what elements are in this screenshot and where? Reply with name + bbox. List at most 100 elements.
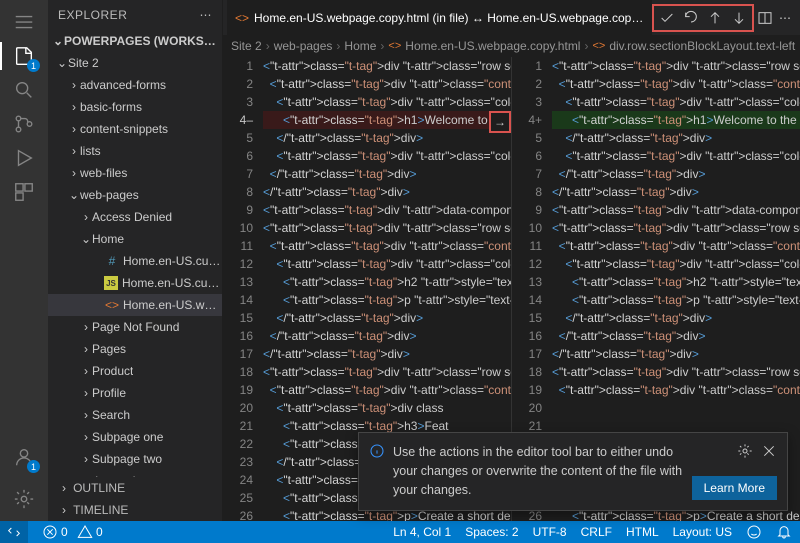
folder-item[interactable]: ›basic-forms xyxy=(48,96,222,118)
more-actions-icon[interactable]: ⋯ xyxy=(776,9,794,27)
code-line[interactable]: <"t-attr">class="t-tag">div "t-attr">dat… xyxy=(552,201,800,219)
folder-item[interactable]: ›Product xyxy=(48,360,222,382)
code-line[interactable]: </"t-attr">class="t-tag">div> xyxy=(552,165,800,183)
accept-icon[interactable] xyxy=(658,9,676,27)
folder-item[interactable]: ⌄Home xyxy=(48,228,222,250)
code-line[interactable]: <"t-attr">class="t-tag">p "t-attr">style… xyxy=(263,291,511,309)
workspace-root[interactable]: ⌄POWERPAGES (WORKSPA… xyxy=(48,30,222,52)
code-line[interactable]: <"t-attr">class="t-tag">div "t-attr">cla… xyxy=(263,147,511,165)
code-line[interactable]: <"t-attr">class="t-tag">div "t-attr">cla… xyxy=(552,219,800,237)
code-line[interactable]: <"t-attr">class="t-tag">div class xyxy=(263,399,511,417)
status-problems[interactable]: 0 0 xyxy=(42,524,103,540)
code-line[interactable]: <"t-attr">class="t-tag">div "t-attr">cla… xyxy=(263,75,511,93)
revert-icon[interactable] xyxy=(682,9,700,27)
code-line[interactable]: <"t-attr">class="t-tag">div "t-attr">dat… xyxy=(263,201,511,219)
source-control-icon[interactable] xyxy=(10,110,38,138)
breadcrumb-item[interactable]: div.row.sectionBlockLayout.text-left xyxy=(609,39,795,53)
status-eol[interactable]: CRLF xyxy=(581,525,612,539)
code-line[interactable]: </"t-attr">class="t-tag">div> xyxy=(263,129,511,147)
breadcrumb-item[interactable]: Home.en-US.webpage.copy.html xyxy=(405,39,580,53)
timeline-section[interactable]: › TIMELINE xyxy=(48,499,222,521)
status-indent[interactable]: Spaces: 2 xyxy=(465,525,518,539)
outline-section[interactable]: › OUTLINE xyxy=(48,477,222,499)
split-editor-icon[interactable] xyxy=(756,9,774,27)
inline-diff-arrow-icon[interactable]: → xyxy=(489,111,511,133)
folder-item[interactable]: ›Pages xyxy=(48,338,222,360)
settings-gear-icon[interactable] xyxy=(10,485,38,513)
file-item[interactable]: #Home.en-US.cust… xyxy=(48,250,222,272)
code-line[interactable]: <"t-attr">class="t-tag">h1>Welcome to th… xyxy=(552,111,800,129)
code-line[interactable]: <"t-attr">class="t-tag">h1>Welcome to th… xyxy=(263,111,511,129)
code-line[interactable]: <"t-attr">class="t-tag">div "t-attr">cla… xyxy=(552,381,800,399)
code-line[interactable]: <"t-attr">class="t-tag">h2 "t-attr">styl… xyxy=(552,273,800,291)
code-line[interactable]: <"t-attr">class="t-tag">div "t-attr">cla… xyxy=(263,255,511,273)
file-item[interactable]: JSHome.en-US.cust… xyxy=(48,272,222,294)
code-line[interactable]: <"t-attr">class="t-tag">div "t-attr">cla… xyxy=(552,93,800,111)
folder-item[interactable]: ›Page Not Found xyxy=(48,316,222,338)
menu-icon[interactable] xyxy=(10,8,38,36)
code-line[interactable]: <"t-attr">class="t-tag">div "t-attr">cla… xyxy=(552,237,800,255)
breadcrumb-item[interactable]: Home xyxy=(344,39,376,53)
code-line[interactable]: </"t-attr">class="t-tag">div> xyxy=(263,183,511,201)
status-encoding[interactable]: UTF-8 xyxy=(533,525,567,539)
breadcrumb-item[interactable]: web-pages xyxy=(274,39,333,53)
tab-bar: <> Home.en-US.webpage.copy.html (in file… xyxy=(223,0,800,35)
folder-item[interactable]: ›Access Denied xyxy=(48,206,222,228)
code-line[interactable]: </"t-attr">class="t-tag">div> xyxy=(263,345,511,363)
code-line[interactable]: <"t-attr">class="t-tag">div "t-attr">cla… xyxy=(263,57,511,75)
code-line[interactable]: </"t-attr">class="t-tag">div> xyxy=(263,327,511,345)
search-icon[interactable] xyxy=(10,76,38,104)
explorer-icon[interactable]: 1 xyxy=(10,42,38,70)
code-line[interactable]: <"t-attr">class="t-tag">div "t-attr">cla… xyxy=(552,147,800,165)
learn-more-button[interactable]: Learn More xyxy=(692,476,777,500)
notification-gear-icon[interactable] xyxy=(737,443,753,462)
code-line[interactable]: <"t-attr">class="t-tag">div "t-attr">cla… xyxy=(263,93,511,111)
code-line[interactable] xyxy=(552,399,800,417)
code-line[interactable]: </"t-attr">class="t-tag">div> xyxy=(552,129,800,147)
run-debug-icon[interactable] xyxy=(10,144,38,172)
prev-change-icon[interactable] xyxy=(706,9,724,27)
tab-diff-home[interactable]: <> Home.en-US.webpage.copy.html (in file… xyxy=(227,0,652,35)
code-line[interactable]: <"t-attr">class="t-tag">div "t-attr">cla… xyxy=(552,75,800,93)
folder-item[interactable]: ⌄Site 2 xyxy=(48,52,222,74)
code-line[interactable]: <"t-attr">class="t-tag">div "t-attr">cla… xyxy=(263,237,511,255)
code-line[interactable]: <"t-attr">class="t-tag">div "t-attr">cla… xyxy=(263,363,511,381)
breadcrumb-item[interactable]: Site 2 xyxy=(231,39,262,53)
folder-item[interactable]: ⌄web-pages xyxy=(48,184,222,206)
next-change-icon[interactable] xyxy=(730,9,748,27)
folder-item[interactable]: ›Subpage two xyxy=(48,448,222,470)
code-line[interactable]: <"t-attr">class="t-tag">div "t-attr">cla… xyxy=(263,381,511,399)
code-line[interactable]: </"t-attr">class="t-tag">div> xyxy=(263,165,511,183)
explorer-more-icon[interactable]: ⋯ xyxy=(200,8,213,22)
folder-item[interactable]: ›web-templates xyxy=(48,470,222,477)
extensions-icon[interactable] xyxy=(10,178,38,206)
code-line[interactable]: <"t-attr">class="t-tag">h2 "t-attr">styl… xyxy=(263,273,511,291)
code-line[interactable]: </"t-attr">class="t-tag">div> xyxy=(263,309,511,327)
remote-indicator[interactable] xyxy=(0,521,28,543)
notification-close-icon[interactable] xyxy=(761,443,777,462)
file-item[interactable]: <>Home.en-US.web… xyxy=(48,294,222,316)
code-line[interactable]: </"t-attr">class="t-tag">div> xyxy=(552,183,800,201)
folder-item[interactable]: ›lists xyxy=(48,140,222,162)
status-layout[interactable]: Layout: US xyxy=(673,525,732,539)
code-line[interactable]: <"t-attr">class="t-tag">p "t-attr">style… xyxy=(552,291,800,309)
code-line[interactable]: <"t-attr">class="t-tag">div "t-attr">cla… xyxy=(263,219,511,237)
code-line[interactable]: <"t-attr">class="t-tag">div "t-attr">cla… xyxy=(552,363,800,381)
folder-item[interactable]: ›Subpage one xyxy=(48,426,222,448)
code-line[interactable]: <"t-attr">class="t-tag">div "t-attr">cla… xyxy=(552,57,800,75)
folder-item[interactable]: ›Search xyxy=(48,404,222,426)
folder-item[interactable]: ›Profile xyxy=(48,382,222,404)
status-cursor-position[interactable]: Ln 4, Col 1 xyxy=(393,525,451,539)
status-feedback-icon[interactable] xyxy=(746,524,762,540)
folder-item[interactable]: ›advanced-forms xyxy=(48,74,222,96)
status-bell-icon[interactable] xyxy=(776,524,792,540)
breadcrumbs[interactable]: Site 2›web-pages›Home›<>Home.en-US.webpa… xyxy=(223,35,800,57)
status-language[interactable]: HTML xyxy=(626,525,659,539)
folder-item[interactable]: ›web-files xyxy=(48,162,222,184)
code-line[interactable]: </"t-attr">class="t-tag">div> xyxy=(552,327,800,345)
accounts-icon[interactable]: 1 xyxy=(10,443,38,471)
code-line[interactable]: <"t-attr">class="t-tag">div "t-attr">cla… xyxy=(552,255,800,273)
folder-item[interactable]: ›content-snippets xyxy=(48,118,222,140)
code-line[interactable]: </"t-attr">class="t-tag">div> xyxy=(552,309,800,327)
code-line[interactable]: </"t-attr">class="t-tag">div> xyxy=(552,345,800,363)
